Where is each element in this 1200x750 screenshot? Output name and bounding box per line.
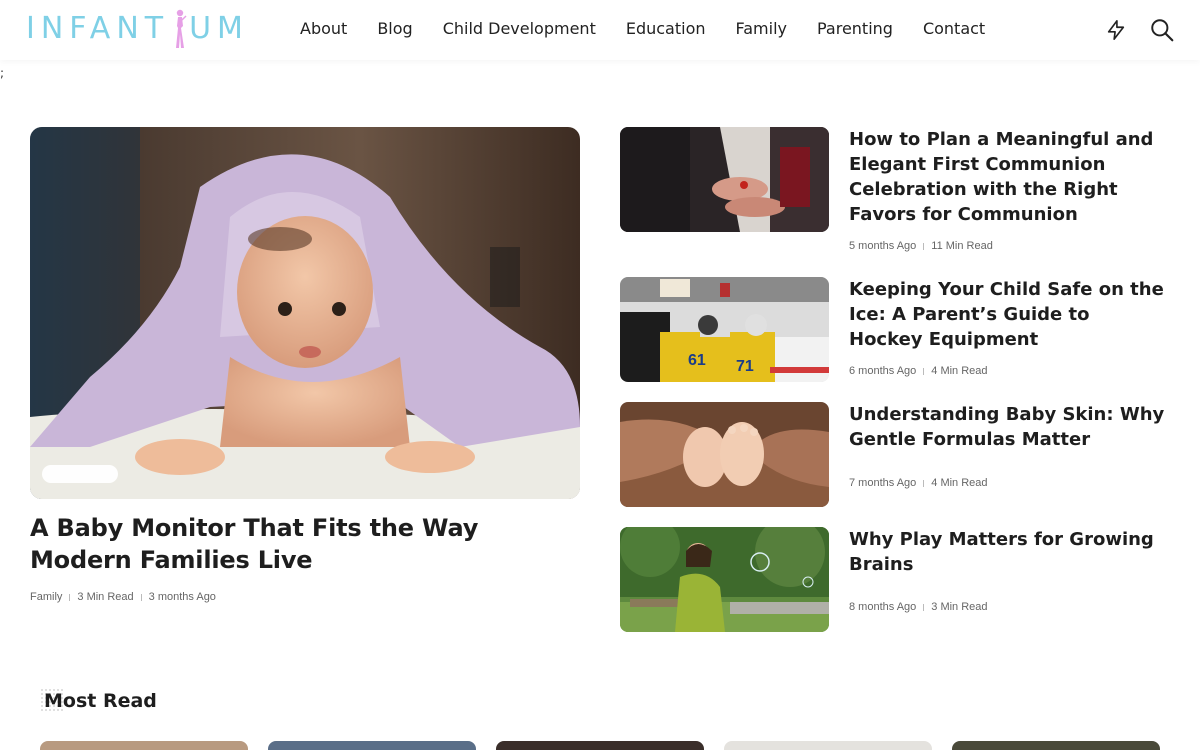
nav-about[interactable]: About bbox=[300, 19, 347, 38]
category-badge[interactable] bbox=[42, 465, 118, 483]
side-post: Why Play Matters for Growing Brains 8 mo… bbox=[620, 527, 1180, 632]
side-post-thumbnail[interactable]: 61 71 bbox=[620, 277, 829, 382]
logo-figure-icon bbox=[173, 8, 187, 48]
side-post-title[interactable]: Why Play Matters for Growing Brains bbox=[849, 527, 1169, 577]
nav-child-development[interactable]: Child Development bbox=[443, 19, 596, 38]
side-post-meta: 5 months Ago 11 Min Read bbox=[849, 240, 993, 252]
site-header: INFANT UM About Blog Child Development E… bbox=[0, 0, 1200, 60]
side-post-thumbnail[interactable] bbox=[620, 127, 829, 232]
most-read-thumbnail[interactable] bbox=[268, 741, 476, 750]
lightning-icon[interactable] bbox=[1102, 16, 1130, 44]
meta-separator bbox=[923, 479, 925, 487]
side-post: Understanding Baby Skin: Why Gentle Form… bbox=[620, 402, 1180, 507]
stray-character: ; bbox=[0, 66, 5, 80]
side-post-meta: 6 months Ago 4 Min Read bbox=[849, 365, 988, 377]
side-post-date: 6 months Ago bbox=[849, 365, 917, 377]
side-post-meta: 8 months Ago 3 Min Read bbox=[849, 601, 988, 613]
header-actions bbox=[1102, 16, 1176, 44]
featured-title[interactable]: A Baby Monitor That Fits the Way Modern … bbox=[30, 512, 580, 576]
main-nav: About Blog Child Development Education F… bbox=[300, 19, 1015, 38]
logo-text-left: INFANT bbox=[26, 10, 170, 46]
featured-category[interactable]: Family bbox=[30, 591, 62, 603]
featured-image[interactable] bbox=[30, 127, 580, 499]
featured-date: 3 months Ago bbox=[148, 591, 216, 603]
nav-blog[interactable]: Blog bbox=[377, 19, 412, 38]
nav-family[interactable]: Family bbox=[736, 19, 787, 38]
side-post-read-time: 11 Min Read bbox=[931, 240, 993, 252]
side-post-title[interactable]: Keeping Your Child Safe on the Ice: A Pa… bbox=[849, 277, 1169, 352]
side-post-read-time: 4 Min Read bbox=[931, 365, 988, 377]
most-read-heading: Most Read bbox=[44, 690, 157, 712]
side-post-read-time: 4 Min Read bbox=[931, 477, 988, 489]
svg-text:71: 71 bbox=[736, 358, 754, 375]
featured-meta: Family 3 Min Read 3 months Ago bbox=[30, 591, 216, 603]
most-read-thumbnail[interactable] bbox=[40, 741, 248, 750]
most-read-thumbnail[interactable] bbox=[952, 741, 1160, 750]
logo-text-right: UM bbox=[189, 10, 249, 46]
side-post-read-time: 3 Min Read bbox=[931, 601, 988, 613]
side-post-thumbnail[interactable] bbox=[620, 527, 829, 632]
meta-separator bbox=[923, 242, 925, 250]
svg-text:61: 61 bbox=[688, 352, 706, 369]
meta-separator bbox=[923, 603, 925, 611]
side-post-title[interactable]: How to Plan a Meaningful and Elegant Fir… bbox=[849, 127, 1169, 227]
meta-separator bbox=[69, 593, 71, 601]
side-post-date: 8 months Ago bbox=[849, 601, 917, 613]
most-read-thumbnail[interactable] bbox=[724, 741, 932, 750]
nav-education[interactable]: Education bbox=[626, 19, 706, 38]
nav-contact[interactable]: Contact bbox=[923, 19, 985, 38]
featured-read-time: 3 Min Read bbox=[77, 591, 134, 603]
side-post-date: 7 months Ago bbox=[849, 477, 917, 489]
nav-parenting[interactable]: Parenting bbox=[817, 19, 893, 38]
search-icon[interactable] bbox=[1148, 16, 1176, 44]
side-post: 61 71 Keeping Your Child Safe on the Ice… bbox=[620, 277, 1180, 382]
side-post-thumbnail[interactable] bbox=[620, 402, 829, 507]
site-logo[interactable]: INFANT UM bbox=[26, 6, 249, 50]
side-post-date: 5 months Ago bbox=[849, 240, 917, 252]
side-post-title[interactable]: Understanding Baby Skin: Why Gentle Form… bbox=[849, 402, 1169, 452]
side-post-meta: 7 months Ago 4 Min Read bbox=[849, 477, 988, 489]
side-post: How to Plan a Meaningful and Elegant Fir… bbox=[620, 127, 1180, 252]
most-read-thumbnail[interactable] bbox=[496, 741, 704, 750]
meta-separator bbox=[140, 593, 142, 601]
meta-separator bbox=[923, 367, 925, 375]
